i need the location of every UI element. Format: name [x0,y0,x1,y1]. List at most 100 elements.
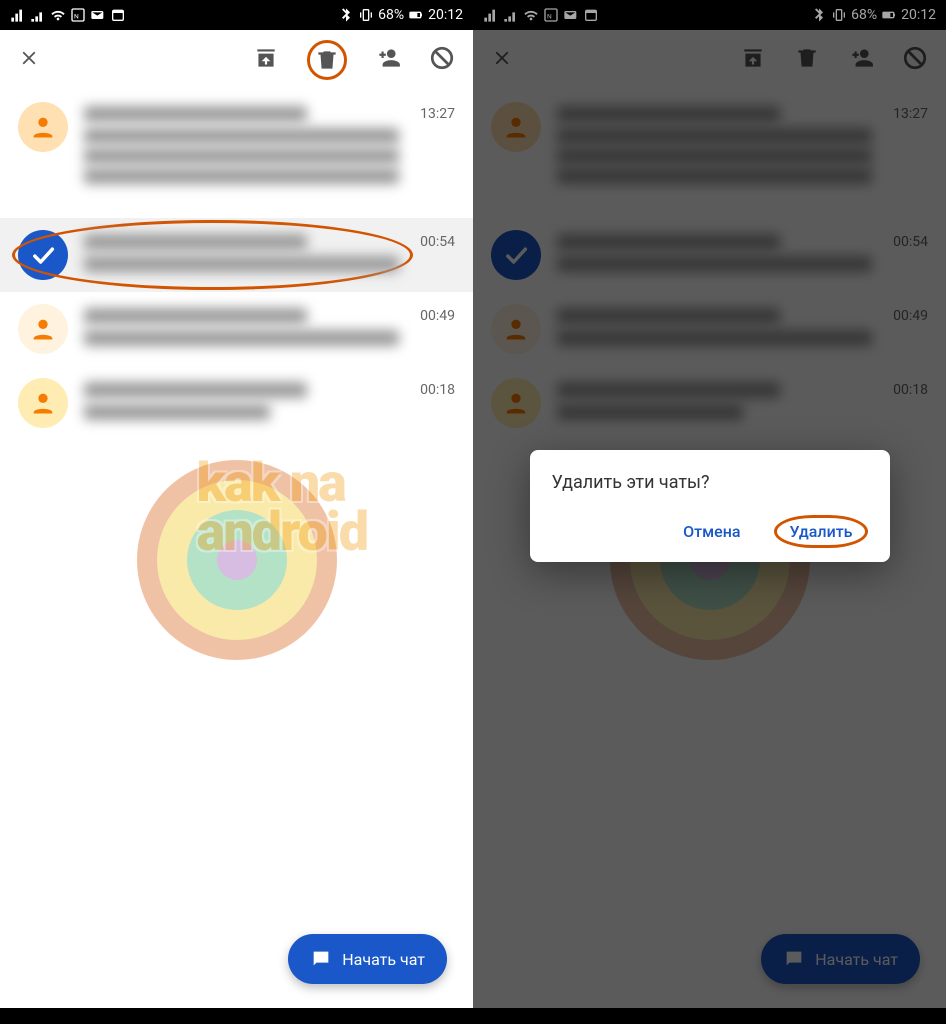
status-bar: N 68% 20:12 [473,0,946,30]
clock-time: 20:12 [428,7,463,23]
add-contact-button[interactable] [848,45,874,75]
person-icon [29,389,57,417]
chat-preview-blurred [84,128,399,144]
person-icon [29,113,57,141]
phone-screenshot-right: N 68% 20:12 kak naandroid [473,0,946,1024]
chat-icon [783,948,805,970]
add-person-icon [375,45,401,71]
person-icon [502,315,530,343]
dialog-cancel-button[interactable]: Отмена [677,518,746,545]
android-navbar [473,1008,946,1024]
battery-percent: 68% [378,7,404,23]
chat-time: 13:27 [893,106,928,122]
start-chat-fab[interactable]: Начать чат [288,934,447,984]
mail-icon [563,7,579,23]
signal-icon [483,7,499,23]
archive-icon [253,45,279,71]
dialog-confirm-button[interactable]: Удалить [774,515,867,548]
fab-label: Начать чат [815,950,898,969]
chat-item[interactable]: 00:49 [0,292,473,366]
signal-icon [10,7,26,23]
chat-name-blurred [84,382,307,398]
person-icon [502,113,530,141]
status-bar: N 68% 20:12 [0,0,473,30]
chat-time: 00:18 [893,382,928,398]
block-icon [902,45,928,71]
close-selection-button[interactable] [18,47,40,73]
close-selection-button[interactable] [491,47,513,73]
block-button[interactable] [902,45,928,75]
wifi-icon [50,7,66,23]
avatar [18,304,68,354]
fab-label: Начать чат [342,950,425,969]
chat-item[interactable]: 00:18 [473,366,946,440]
chat-time: 13:27 [420,106,455,122]
watermark-logo [137,460,337,660]
bluetooth-icon [338,7,354,23]
block-button[interactable] [429,45,455,75]
chat-list: 13:27 00:54 [0,90,473,440]
battery-icon [881,7,897,23]
chat-time: 00:49 [893,308,928,324]
chat-item-selected[interactable]: 00:54 [473,218,946,292]
trash-icon [794,45,820,71]
calendar-icon [583,7,599,23]
calendar-icon [110,7,126,23]
chat-time: 00:54 [420,234,455,250]
selection-app-bar [0,30,473,90]
chat-item[interactable]: 13:27 [473,90,946,218]
selection-app-bar [473,30,946,90]
add-contact-button[interactable] [375,45,401,75]
chat-name-blurred [84,106,307,122]
mail-icon [90,7,106,23]
avatar [491,102,541,152]
vibrate-icon [831,7,847,23]
delete-button[interactable] [794,45,820,75]
chat-preview-blurred [84,168,399,184]
svg-text:N: N [547,12,552,20]
signal2-icon [503,7,519,23]
watermark-text: kak naandroid [197,460,368,557]
chat-preview-blurred [84,404,270,420]
avatar-selected [18,230,68,280]
start-chat-fab[interactable]: Начать чат [761,934,920,984]
chat-name-blurred [84,234,307,250]
person-icon [502,389,530,417]
signal2-icon [30,7,46,23]
archive-button[interactable] [253,45,279,75]
chat-item[interactable]: 13:27 [0,90,473,218]
chat-item-selected[interactable]: 00:54 [0,218,473,292]
archive-icon [740,45,766,71]
close-icon [18,47,40,69]
trash-icon [314,47,340,73]
chat-preview-blurred [84,256,399,272]
chat-preview-blurred [84,330,399,346]
avatar [18,378,68,428]
avatar [491,304,541,354]
avatar-selected [491,230,541,280]
chat-item[interactable]: 00:18 [0,366,473,440]
block-icon [429,45,455,71]
add-person-icon [848,45,874,71]
clock-time: 20:12 [901,7,936,23]
archive-button[interactable] [740,45,766,75]
person-icon [29,315,57,343]
chat-preview-blurred [84,148,399,164]
chat-time: 00:49 [420,308,455,324]
chat-time: 00:54 [893,234,928,250]
chat-time: 00:18 [420,382,455,398]
bluetooth-icon [811,7,827,23]
android-navbar [0,1008,473,1024]
checkmark-icon [502,241,530,269]
svg-text:N: N [74,12,79,20]
battery-icon [408,7,424,23]
nfc-icon: N [543,7,559,23]
checkmark-icon [29,241,57,269]
vibrate-icon [358,7,374,23]
chat-name-blurred [84,308,307,324]
delete-button[interactable] [307,40,347,80]
close-icon [491,47,513,69]
chat-item[interactable]: 00:49 [473,292,946,366]
wifi-icon [523,7,539,23]
avatar [18,102,68,152]
